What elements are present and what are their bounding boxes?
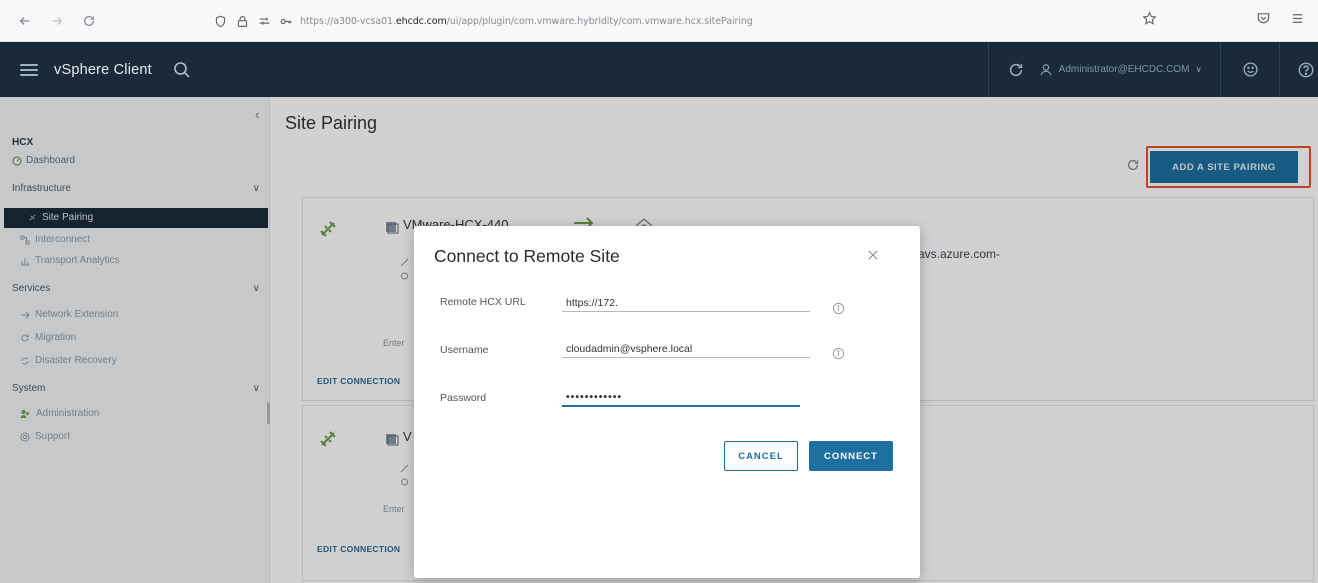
search-icon[interactable] xyxy=(172,60,192,80)
dialog-title: Connect to Remote Site xyxy=(434,246,620,266)
browser-toolbar: https://a300-vcsa01.ehcdc.com/ui/app/plu… xyxy=(0,0,1318,42)
permissions-icon[interactable] xyxy=(256,13,272,29)
header-divider xyxy=(1279,42,1280,97)
close-icon[interactable] xyxy=(862,244,884,266)
cancel-button[interactable]: CANCEL xyxy=(724,441,798,471)
bookmark-star-icon[interactable] xyxy=(1142,11,1157,26)
url-text[interactable]: https://a300-vcsa01.ehcdc.com/ui/app/plu… xyxy=(300,16,753,27)
forward-icon[interactable] xyxy=(44,8,70,34)
user-menu[interactable]: Administrator@EHCDC.COM ∨ xyxy=(1039,63,1202,77)
address-bar[interactable]: https://a300-vcsa01.ehcdc.com/ui/app/plu… xyxy=(212,8,1212,34)
user-name: Administrator@EHCDC.COM xyxy=(1058,64,1190,75)
shield-icon[interactable] xyxy=(212,13,228,29)
header-divider xyxy=(987,42,989,97)
menu-icon[interactable] xyxy=(1290,11,1305,26)
refresh-icon[interactable] xyxy=(1005,59,1027,81)
reload-icon[interactable] xyxy=(76,8,102,34)
pocket-icon[interactable] xyxy=(1256,11,1271,26)
chevron-down-icon: ∨ xyxy=(1195,64,1202,74)
lock-icon[interactable] xyxy=(234,13,250,29)
username-label: Username xyxy=(440,344,489,356)
back-icon[interactable] xyxy=(12,8,38,34)
smiley-feedback-icon[interactable] xyxy=(1239,59,1261,81)
key-icon[interactable] xyxy=(278,13,294,29)
hamburger-menu-icon[interactable] xyxy=(20,63,38,76)
remote-url-label: Remote HCX URL xyxy=(440,296,526,308)
password-input[interactable] xyxy=(562,389,800,407)
info-icon[interactable] xyxy=(832,302,846,316)
info-icon[interactable] xyxy=(832,347,846,361)
connect-button[interactable]: CONNECT xyxy=(809,441,893,471)
user-icon xyxy=(1040,63,1052,75)
header-divider xyxy=(1220,42,1221,97)
app-header: vSphere Client Administrator@EHCDC.COM ∨ xyxy=(0,42,1318,97)
password-label: Password xyxy=(440,392,487,404)
app-title[interactable]: vSphere Client xyxy=(54,62,152,78)
remote-url-input[interactable] xyxy=(562,294,810,312)
connect-remote-site-dialog: Connect to Remote Site Remote HCX URL Us… xyxy=(414,226,920,578)
username-input[interactable] xyxy=(562,340,810,358)
help-icon[interactable] xyxy=(1294,59,1318,81)
